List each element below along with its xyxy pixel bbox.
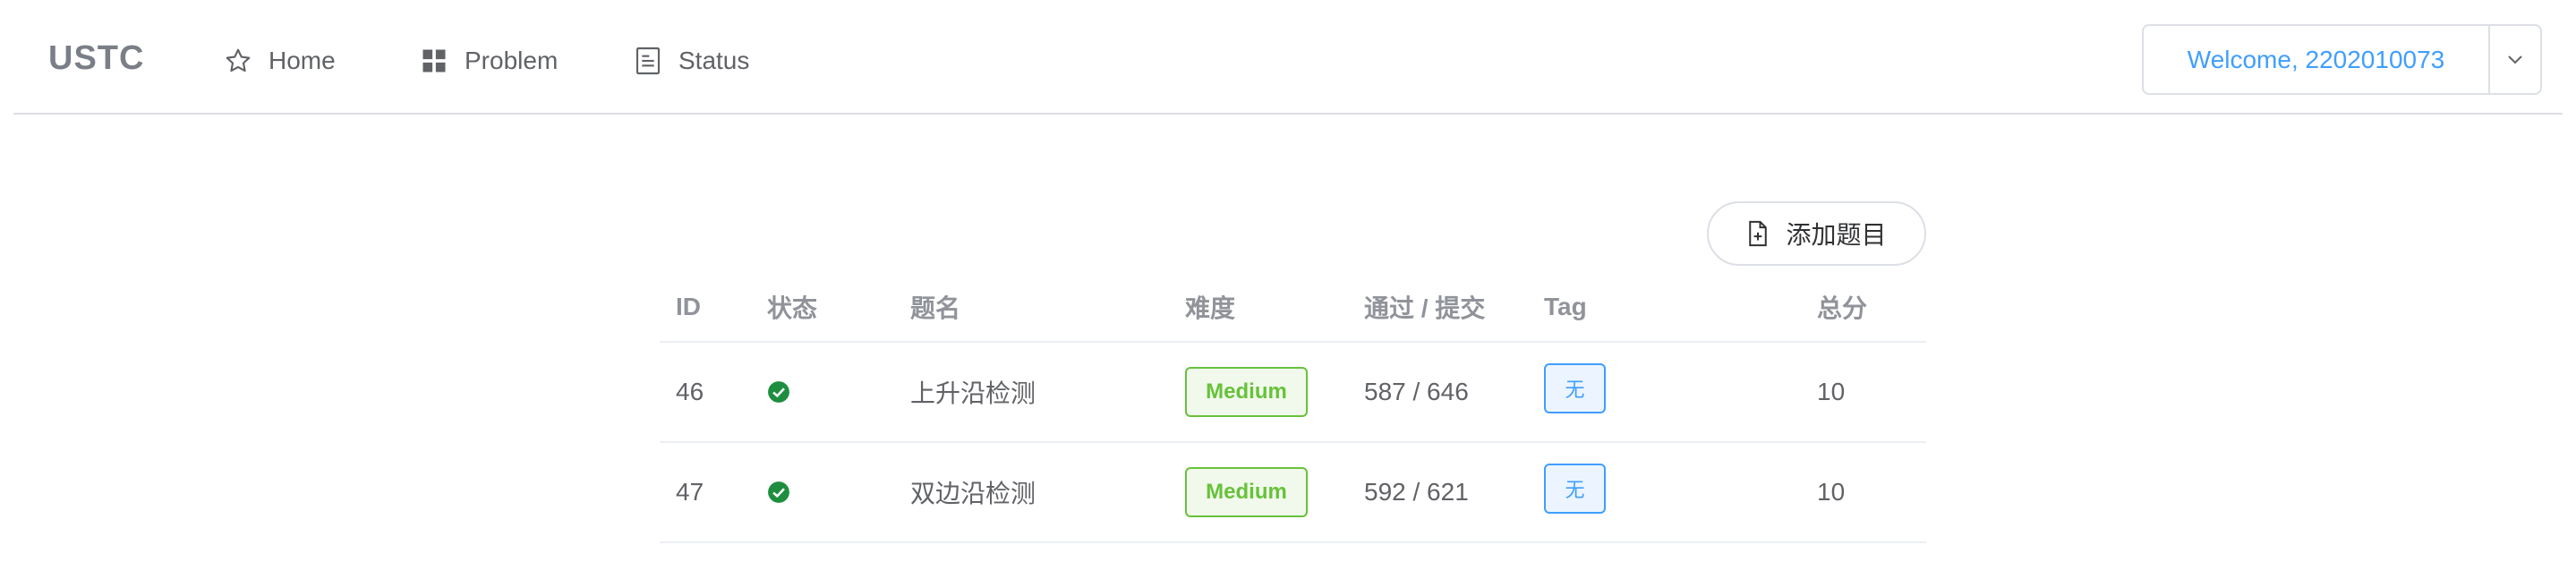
accept-submit-ratio: 587 / 646 [1364, 378, 1469, 405]
header-name: 题名 [910, 294, 961, 322]
header-tag: Tag [1544, 293, 1587, 320]
difficulty-badge: Medium [1185, 367, 1308, 417]
nav-item-label: Status [678, 47, 750, 74]
problem-title-link[interactable]: 上升沿检测 [910, 343, 1036, 441]
add-problem-label: 添加题目 [1786, 221, 1887, 249]
chevron-down-icon[interactable] [2488, 26, 2540, 93]
table-header: ID 状态 题名 难度 通过 / 提交 Tag 总分 [660, 273, 1926, 343]
brand-logo[interactable]: USTC [48, 39, 144, 78]
nav-item-home[interactable]: Home [222, 43, 336, 79]
problem-title-link[interactable]: 双边沿检测 [910, 443, 1036, 541]
header-status: 状态 [767, 294, 818, 322]
nav-item-status[interactable]: Status [632, 43, 749, 79]
tag-chip[interactable]: 无 [1544, 464, 1606, 514]
header-score: 总分 [1817, 294, 1868, 322]
add-document-icon [1746, 220, 1773, 247]
document-icon [632, 45, 664, 77]
difficulty-badge: Medium [1185, 467, 1308, 517]
solved-check-icon [767, 343, 790, 441]
grid-icon [418, 45, 450, 77]
row-score: 10 [1817, 378, 1846, 405]
nav-item-label: Problem [465, 47, 559, 74]
nav-item-label: Home [269, 47, 336, 74]
accept-submit-ratio: 592 / 621 [1364, 478, 1469, 506]
user-menu-label[interactable]: Welcome, 2202010073 [2144, 26, 2488, 93]
user-menu-dropdown[interactable]: Welcome, 2202010073 [2142, 24, 2542, 95]
header-difficulty: 难度 [1185, 294, 1236, 322]
nav-item-problem[interactable]: Problem [418, 43, 558, 79]
tag-chip[interactable]: 无 [1544, 363, 1606, 413]
header-ratio: 通过 / 提交 [1364, 294, 1486, 322]
star-icon [222, 45, 254, 77]
row-id: 46 [676, 378, 704, 405]
header-id: ID [676, 293, 701, 320]
problem-table: ID 状态 题名 难度 通过 / 提交 Tag 总分 46 上升沿检测 Medi… [660, 273, 1926, 543]
table-row[interactable]: 47 双边沿检测 Medium 592 / 621 无 10 [660, 443, 1926, 543]
add-problem-button[interactable]: 添加题目 [1707, 201, 1926, 266]
table-row[interactable]: 46 上升沿检测 Medium 587 / 646 无 10 [660, 343, 1926, 443]
row-score: 10 [1817, 478, 1846, 506]
solved-check-icon [767, 443, 790, 541]
row-id: 47 [676, 478, 704, 506]
